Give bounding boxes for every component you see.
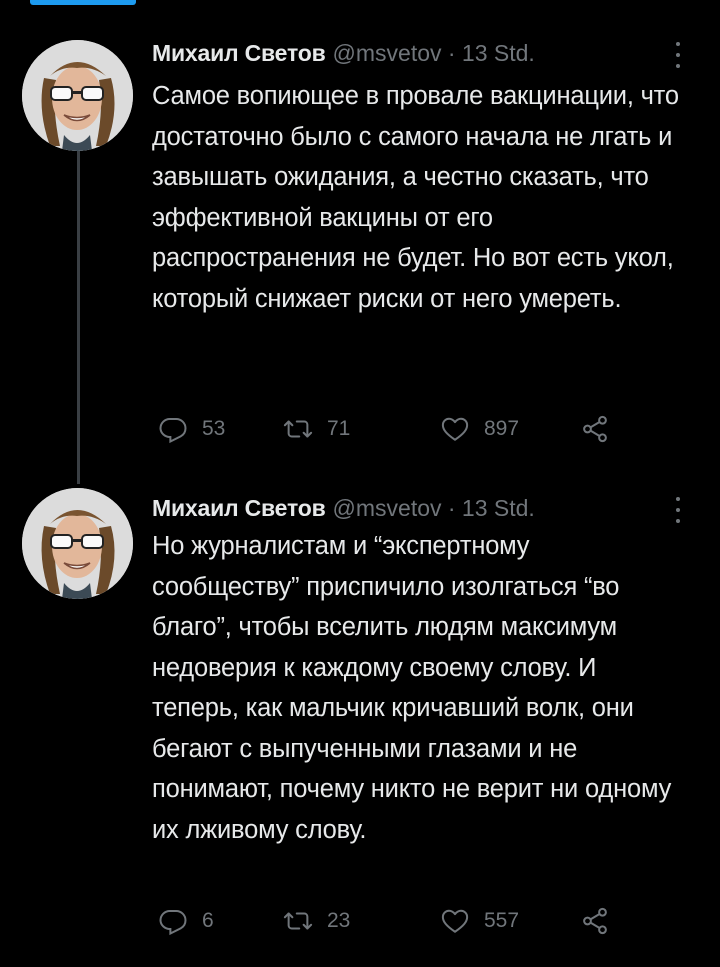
retweet-icon xyxy=(283,420,313,438)
tweet-header: Михаил Светов @msvetov · 13 Std. xyxy=(152,38,535,68)
retweet-button[interactable]: 71 xyxy=(283,414,350,444)
reply-button[interactable]: 53 xyxy=(158,414,225,444)
tweet-header: Михаил Светов @msvetov · 13 Std. xyxy=(152,493,535,523)
like-button[interactable]: 897 xyxy=(440,414,519,444)
author-name[interactable]: Михаил Светов xyxy=(152,495,326,522)
like-button[interactable]: 557 xyxy=(440,906,519,936)
thread-connector-line xyxy=(77,132,80,484)
tweet-text: Но журналистам и “экспертному сообществу… xyxy=(152,532,672,844)
profile-photo xyxy=(22,488,133,599)
reply-icon xyxy=(159,418,187,444)
share-button[interactable] xyxy=(580,906,610,936)
avatar[interactable] xyxy=(22,488,133,599)
author-handle-time[interactable]: @msvetov · 13 Std. xyxy=(333,495,535,522)
like-count: 897 xyxy=(484,417,520,440)
retweet-button[interactable]: 23 xyxy=(283,906,350,936)
reply-button[interactable]: 6 xyxy=(158,906,214,936)
retweet-icon xyxy=(283,912,313,930)
avatar[interactable] xyxy=(22,40,133,151)
heart-icon xyxy=(441,909,469,933)
profile-photo xyxy=(22,40,133,151)
author-name[interactable]: Михаил Светов xyxy=(152,40,326,67)
heart-icon xyxy=(441,417,469,441)
reply-count: 6 xyxy=(202,909,214,932)
active-tab-indicator xyxy=(30,0,136,5)
reply-icon xyxy=(159,910,187,936)
tweet-actions: 6 23 557 xyxy=(158,906,628,936)
tweet-actions: 53 71 897 xyxy=(158,414,628,444)
share-icon xyxy=(583,415,607,443)
tweet-text: Самое вопиющее в провале вакцинации, что… xyxy=(152,82,679,313)
retweet-count: 71 xyxy=(327,417,351,440)
author-handle-time[interactable]: @msvetov · 13 Std. xyxy=(333,40,535,67)
more-options-icon[interactable] xyxy=(671,42,685,68)
share-icon xyxy=(583,907,607,935)
more-options-icon[interactable] xyxy=(671,497,685,523)
reply-count: 53 xyxy=(202,417,226,440)
like-count: 557 xyxy=(484,909,520,932)
share-button[interactable] xyxy=(580,414,610,444)
retweet-count: 23 xyxy=(327,909,351,932)
